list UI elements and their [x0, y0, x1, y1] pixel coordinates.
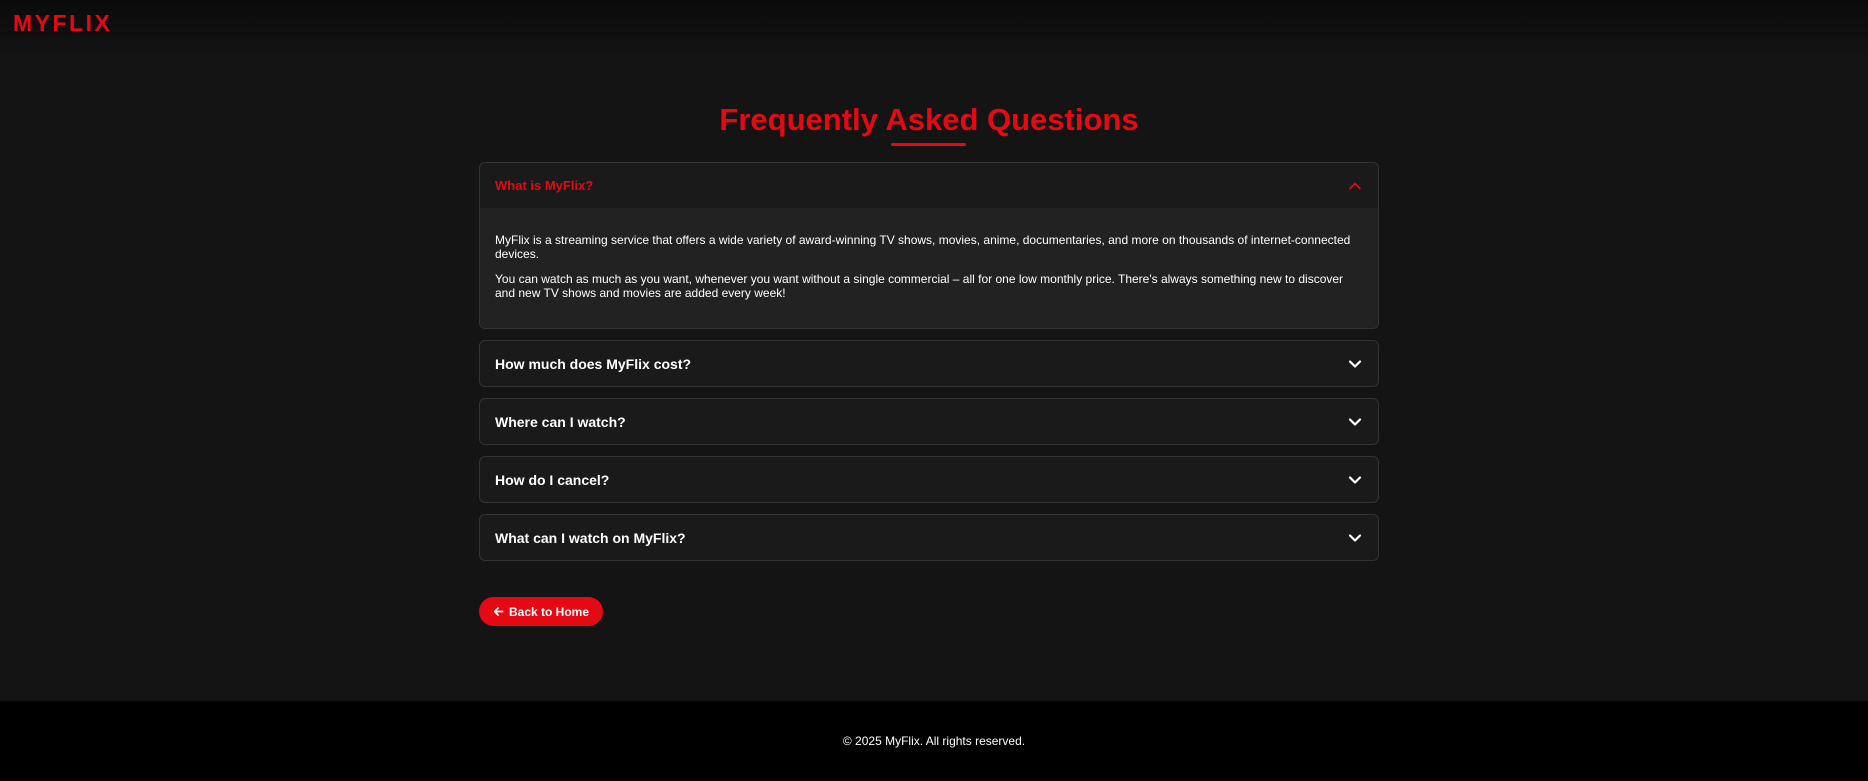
chevron-down-icon	[1348, 475, 1362, 484]
chevron-down-icon	[1348, 533, 1362, 542]
footer: © 2025 MyFlix. All rights reserved.	[0, 701, 1868, 781]
faq-question-text: Where can I watch?	[495, 413, 626, 430]
faq-question-button[interactable]: How do I cancel?	[480, 457, 1378, 502]
faq-answer: MyFlix is a streaming service that offer…	[480, 208, 1378, 328]
faq-question-text: How much does MyFlix cost?	[495, 355, 692, 372]
faq-item: Where can I watch?	[479, 398, 1379, 445]
title-underline	[891, 143, 966, 146]
top-navbar: MYFLIX	[0, 0, 1868, 56]
faq-list: What is MyFlix? MyFlix is a streaming se…	[479, 162, 1379, 572]
faq-question-text: How do I cancel?	[495, 471, 610, 488]
back-to-home-label: Back to Home	[508, 604, 590, 619]
chevron-down-icon	[1348, 417, 1362, 426]
faq-question-button[interactable]: How much does MyFlix cost?	[480, 341, 1378, 386]
faq-item: How much does MyFlix cost?	[479, 340, 1379, 387]
faq-question-button[interactable]: Where can I watch?	[480, 399, 1378, 444]
myflix-logo[interactable]: MYFLIX	[13, 10, 112, 37]
faq-item: What can I watch on MyFlix?	[479, 514, 1379, 561]
arrow-left-icon	[493, 607, 504, 616]
faq-question-button[interactable]: What is MyFlix?	[480, 163, 1378, 208]
faq-answer-paragraph: MyFlix is a streaming service that offer…	[495, 233, 1351, 261]
faq-question-text: What can I watch on MyFlix?	[495, 529, 686, 546]
chevron-down-icon	[1348, 359, 1362, 368]
faq-item: What is MyFlix? MyFlix is a streaming se…	[479, 162, 1379, 329]
page-title: Frequently Asked Questions	[719, 102, 1139, 137]
back-to-home-button[interactable]: Back to Home	[479, 597, 603, 626]
faq-answer-paragraph: You can watch as much as you want, whene…	[495, 272, 1344, 300]
faq-item: How do I cancel?	[479, 456, 1379, 503]
copyright-text: © 2025 MyFlix. All rights reserved.	[842, 734, 1026, 748]
faq-question-text: What is MyFlix?	[495, 178, 594, 193]
faq-question-button[interactable]: What can I watch on MyFlix?	[480, 515, 1378, 560]
chevron-up-icon	[1349, 182, 1361, 189]
